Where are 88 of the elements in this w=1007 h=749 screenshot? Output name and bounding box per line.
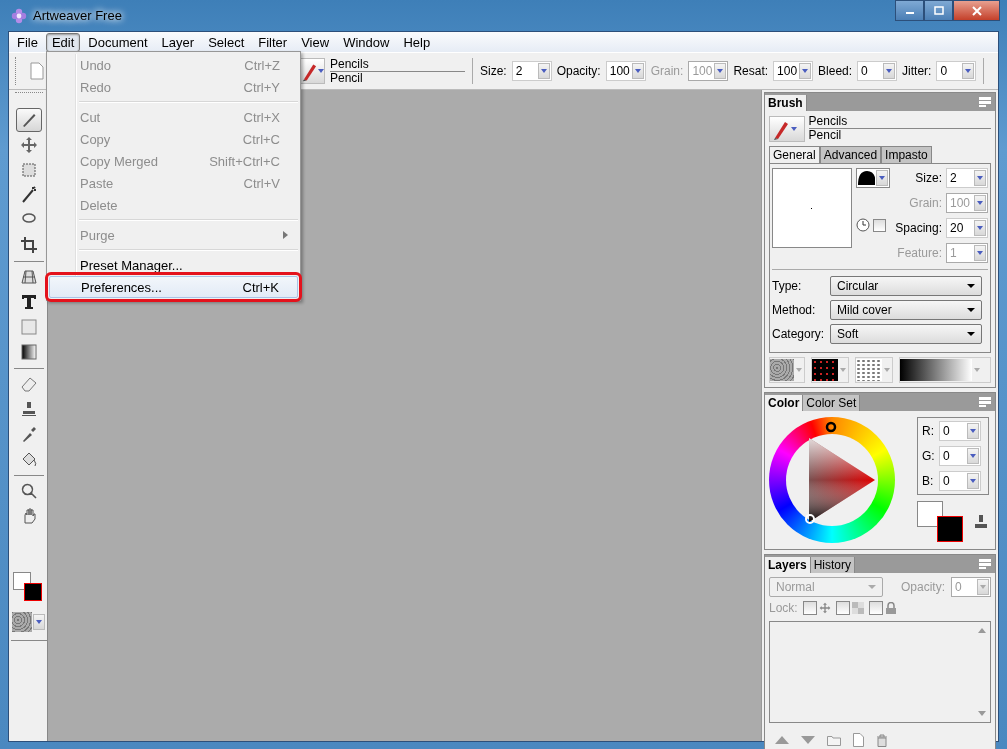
number-field[interactable]: 0 (857, 61, 898, 81)
brush-name-label: Pencil (808, 129, 843, 142)
menu-item[interactable]: Window (337, 32, 396, 52)
field-label: Size: (480, 64, 507, 78)
brush-icon[interactable] (16, 108, 42, 132)
panel-menu-icon[interactable] (979, 97, 991, 107)
texture-dropdown[interactable] (769, 357, 805, 383)
submenu-arrow-icon (283, 231, 288, 239)
field-label: Grain: (650, 64, 684, 78)
brush-preset-button[interactable] (769, 115, 805, 142)
number-field[interactable]: 2 (946, 168, 988, 188)
dropdown[interactable]: Circular (830, 276, 982, 296)
field-label: Type: (772, 279, 803, 293)
document-icon[interactable] (853, 733, 864, 747)
field-label: Size: (915, 171, 942, 185)
menu-item[interactable]: Preset Manager... (49, 254, 298, 276)
checkbox[interactable] (802, 601, 817, 615)
panel-tab[interactable]: Layers (765, 557, 811, 573)
close-button[interactable] (953, 0, 1000, 21)
menu-item[interactable]: View (295, 32, 336, 52)
field-label: R: (922, 424, 935, 438)
move-arrows-icon (818, 602, 831, 614)
texture-dropdown[interactable] (12, 612, 46, 632)
stamp-icon[interactable] (973, 514, 989, 530)
brush-shape-dropdown[interactable] (855, 168, 890, 188)
menu-item[interactable]: Document (82, 32, 154, 52)
field-label: B: (922, 474, 935, 488)
field-label: Jitter: (902, 64, 932, 78)
minimize-button[interactable] (895, 0, 924, 21)
dot-grid-dropdown[interactable] (811, 357, 849, 383)
gradient-dropdown[interactable] (899, 357, 991, 383)
close-icon (971, 5, 982, 16)
flower-icon (11, 7, 27, 24)
number-field[interactable]: 100 (605, 61, 646, 81)
panel-tab[interactable]: Brush (765, 95, 807, 111)
tab[interactable]: Advanced (819, 146, 882, 163)
clock-icon (855, 218, 870, 232)
maximize-button[interactable] (924, 0, 953, 21)
menu-item[interactable]: File (11, 32, 44, 52)
menu-item[interactable]: Filter (252, 32, 294, 52)
number-field[interactable]: 0 (936, 61, 977, 81)
number-field[interactable]: 2 (511, 61, 552, 81)
menu-item[interactable]: Layer (155, 32, 201, 52)
field-label: Spacing: (895, 221, 942, 235)
tab[interactable]: General (769, 146, 820, 163)
lock-icon (884, 602, 897, 614)
field-label: Opacity: (901, 580, 945, 594)
brush-category-label: Pencils (808, 115, 991, 129)
panel-tab[interactable]: Color Set (803, 395, 861, 411)
number-field[interactable]: 100 (773, 61, 814, 81)
brush-preset-button[interactable] (299, 58, 325, 84)
number-field[interactable]: 0 (939, 421, 981, 441)
field-label: Bleed: (818, 64, 853, 78)
field-label: Category: (772, 327, 826, 341)
menu-item[interactable]: Select (202, 32, 251, 52)
field-label: Resat: (733, 64, 769, 78)
trash-icon[interactable] (876, 733, 888, 747)
color-swatches[interactable] (13, 572, 45, 604)
minimize-icon (904, 12, 915, 15)
window-title: Artweaver Free (33, 8, 122, 23)
panel-tab[interactable]: History (810, 557, 856, 573)
panel-menu-icon[interactable] (979, 559, 991, 569)
checkbox[interactable] (868, 601, 883, 615)
checkbox[interactable] (872, 218, 886, 232)
brush-tip-icon (857, 171, 875, 185)
number-field[interactable]: 0 (939, 446, 981, 466)
tab[interactable]: Impasto (881, 146, 932, 163)
dropdown[interactable]: Mild cover (830, 300, 982, 320)
field-label: Method: (772, 303, 817, 317)
brush-category-label: Pencils (330, 57, 465, 72)
field-label: G: (922, 449, 936, 463)
field-label: Grain: (909, 196, 942, 210)
maximize-icon (933, 5, 944, 16)
number-field[interactable]: 0 (939, 471, 981, 491)
folder-icon[interactable] (827, 734, 841, 746)
brush-name-label: Pencil (330, 71, 364, 85)
dropdown[interactable]: Soft (830, 324, 982, 344)
scatter-dropdown[interactable] (855, 357, 893, 383)
panel-tab[interactable]: Color (765, 395, 804, 411)
field-label: Lock: (769, 601, 798, 615)
panel-menu-icon[interactable] (979, 397, 991, 407)
field-label: Opacity: (556, 64, 601, 78)
field-label: Feature: (897, 246, 942, 260)
checkbox[interactable] (835, 601, 850, 615)
checker-icon (851, 602, 864, 614)
number-field[interactable]: 20 (946, 218, 988, 238)
menu-item[interactable]: Help (397, 32, 437, 52)
menu-item[interactable]: Edit (45, 32, 81, 52)
